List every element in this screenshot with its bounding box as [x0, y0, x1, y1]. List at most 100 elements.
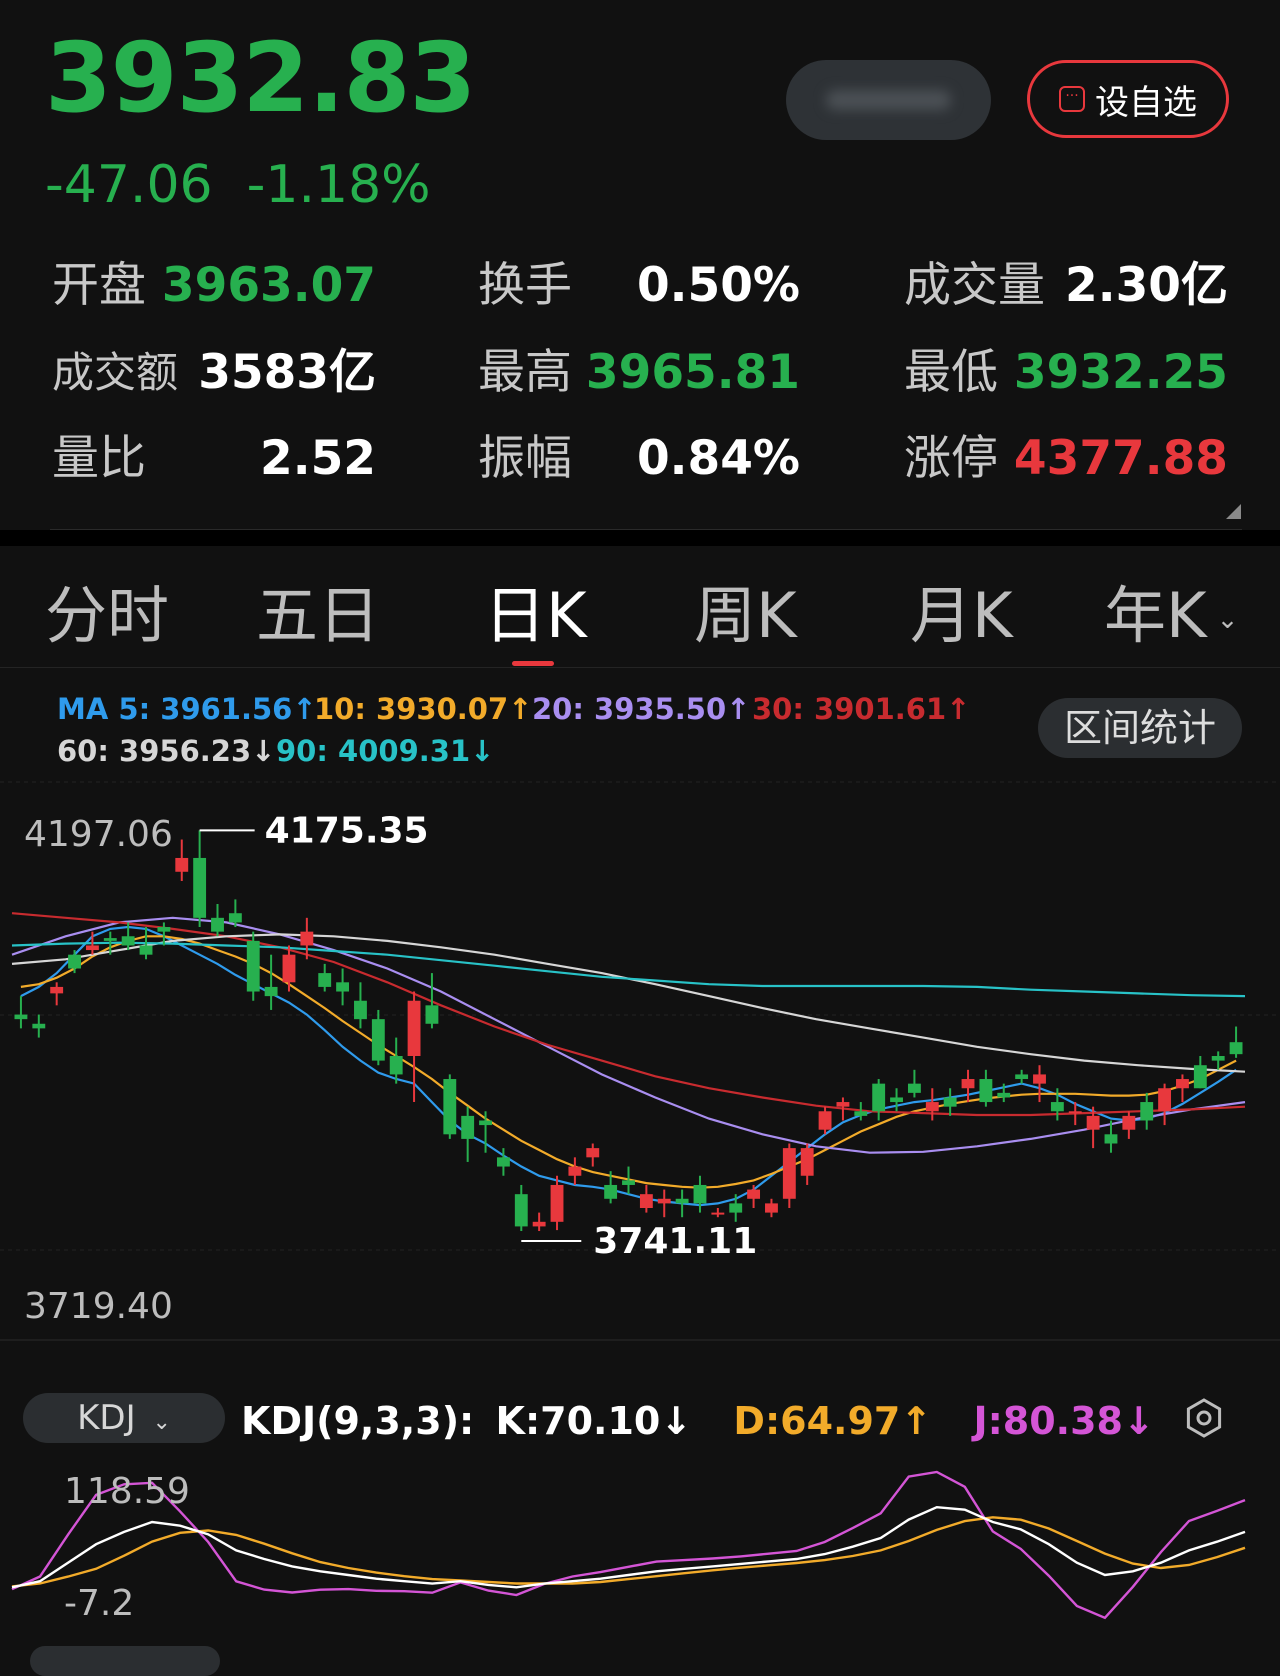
ma5-legend: MA 5: 3961.56↑ — [57, 692, 317, 726]
candle-body — [657, 1198, 671, 1204]
candle-body — [639, 1194, 653, 1208]
candles — [14, 830, 1243, 1232]
kdj-k-value: K:70.10↓ — [495, 1399, 693, 1443]
tab-yearly-k-label: 年K — [1104, 579, 1207, 652]
stat-high: 最高 3965.81 — [478, 333, 800, 413]
candle-body — [514, 1194, 528, 1227]
candle-body — [389, 1056, 403, 1075]
candle-body — [836, 1102, 850, 1107]
candle-body — [228, 913, 242, 923]
stat-turnover: 换手 0.50% — [478, 246, 800, 326]
candle-body — [1068, 1111, 1082, 1114]
candle-body — [175, 857, 189, 872]
candle-body — [890, 1097, 903, 1103]
candle-body — [532, 1221, 546, 1227]
candle-body — [818, 1111, 832, 1130]
candle-body — [300, 931, 314, 946]
candle-body — [443, 1079, 457, 1135]
candle-body — [32, 1023, 46, 1029]
candle-body — [139, 945, 153, 955]
candle-body — [1033, 1074, 1046, 1084]
stat-value: 2.30亿 — [1065, 258, 1228, 313]
stat-label: 振幅 — [478, 431, 572, 486]
tab-daily-k[interactable]: 日K — [484, 576, 587, 656]
stat-value: 3583亿 — [198, 345, 376, 400]
add-watchlist-button[interactable]: ··· 设自选 — [1027, 60, 1229, 138]
chevron-down-icon: ⌄ — [152, 1410, 171, 1435]
settings-gear-icon[interactable] — [1183, 1397, 1225, 1439]
candle-body — [1193, 1065, 1207, 1089]
candle-body — [1176, 1079, 1189, 1089]
ma-line — [11, 941, 1246, 998]
change-percent: -1.18% — [246, 155, 431, 215]
stat-label: 成交量 — [904, 258, 1045, 313]
candle-body — [479, 1120, 492, 1126]
tab-weekly-k[interactable]: 周K — [694, 576, 797, 656]
candle-body — [1086, 1115, 1100, 1130]
stat-value: 3963.07 — [161, 258, 376, 313]
candle-body — [211, 917, 224, 932]
active-tab-indicator — [512, 661, 554, 666]
stat-value: 3965.81 — [585, 345, 800, 400]
section-separator — [0, 530, 1280, 546]
chevron-down-icon: ⌄ — [1216, 604, 1239, 635]
tab-five-day[interactable]: 五日 — [256, 576, 380, 656]
candle-body — [193, 857, 207, 918]
stat-volume: 成交量 2.30亿 — [904, 246, 1228, 326]
candle-body — [407, 1000, 421, 1057]
ma-line — [20, 925, 1237, 1207]
stat-limit-up: 涨停 4377.88 — [904, 419, 1228, 499]
candle-body — [979, 1079, 993, 1103]
candle-body — [103, 938, 117, 941]
indicator-selector-label: KDJ — [77, 1398, 136, 1438]
candle-body — [711, 1212, 725, 1215]
candle-body — [1015, 1074, 1029, 1080]
candle-body — [50, 986, 64, 994]
candle-body — [157, 927, 171, 932]
stat-amount: 成交额 3583亿 — [52, 333, 376, 413]
tab-monthly-k[interactable]: 月K — [910, 576, 1013, 656]
candle-body — [1158, 1088, 1172, 1112]
ma60-legend: 60: 3956.23↓ — [57, 734, 276, 768]
stat-value: 0.50% — [636, 258, 800, 313]
candle-body — [782, 1148, 796, 1199]
add-watchlist-label: 设自选 — [1095, 82, 1197, 123]
indicator-selector[interactable]: KDJ ⌄ — [23, 1393, 225, 1443]
expand-corner-icon[interactable] — [1226, 504, 1241, 519]
candle-body — [425, 1005, 439, 1024]
candle-body — [854, 1111, 868, 1116]
stat-value: 4377.88 — [1013, 431, 1228, 486]
candle-body — [68, 954, 81, 969]
kdj-title: KDJ(9,3,3): — [241, 1399, 475, 1443]
candle-body — [461, 1115, 475, 1139]
low-marker-label: 3741.11 — [593, 1221, 757, 1262]
candle-body — [496, 1157, 510, 1167]
candle-body — [1122, 1115, 1136, 1130]
candle-body — [318, 973, 332, 987]
candle-body — [246, 940, 260, 992]
blurred-content — [826, 90, 951, 110]
candle-body — [675, 1198, 689, 1204]
candle-body — [586, 1148, 600, 1158]
candle-body — [282, 954, 296, 983]
price-change: -47.06 -1.18% — [45, 150, 465, 220]
candlestick-chart[interactable]: 4197.06 3719.40 4175.35 3741.11 — [0, 770, 1280, 1375]
tab-yearly-k[interactable]: 年K ⌄ — [1104, 576, 1238, 660]
current-price: 3932.83 — [45, 22, 476, 134]
stat-low: 最低 3932.25 — [904, 333, 1228, 413]
candle-body — [121, 936, 135, 946]
stat-label: 成交额 — [52, 348, 179, 397]
change-value: -47.06 — [45, 155, 213, 215]
range-statistics-button[interactable]: 区间统计 — [1038, 698, 1242, 758]
blurred-pill-button[interactable] — [786, 60, 991, 140]
kdj-chart[interactable]: 118.59 -7.2 — [0, 1462, 1280, 1642]
candle-body — [800, 1148, 814, 1176]
ma-line — [11, 933, 1246, 1073]
kdj-lines — [11, 1470, 1246, 1620]
moving-average-lines — [11, 912, 1246, 1207]
tab-intraday[interactable]: 分时 — [45, 576, 169, 656]
candle-body — [336, 982, 350, 992]
ma-line — [20, 935, 1237, 1189]
y-axis-min-label: 3719.40 — [24, 1286, 173, 1327]
ma90-legend: 90: 4009.31↓ — [276, 734, 495, 768]
